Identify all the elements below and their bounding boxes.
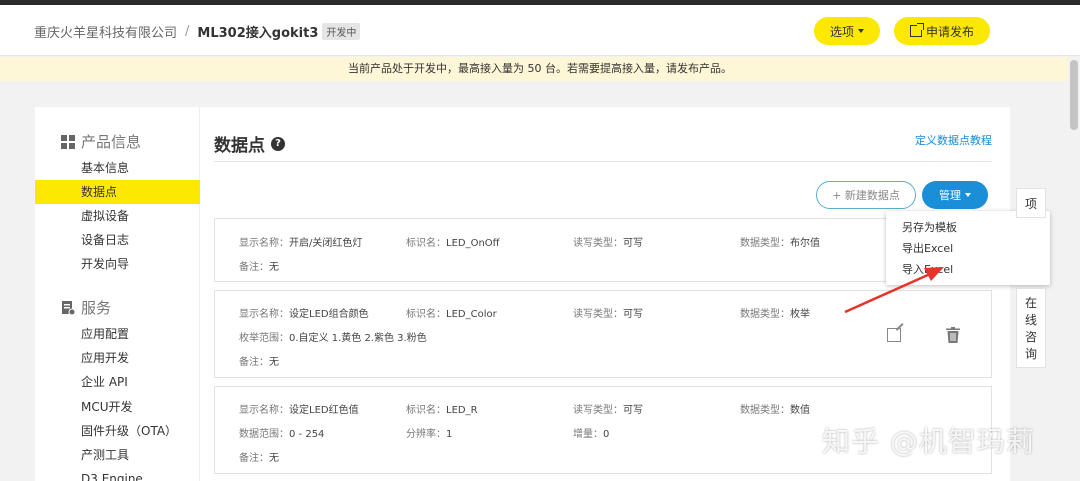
consult-char: 在 (1024, 296, 1037, 310)
float-tab-top[interactable]: 项 (1016, 188, 1046, 218)
scrollbar-thumb[interactable] (1070, 60, 1078, 130)
consult-char: 询 (1024, 347, 1037, 361)
consult-char: 线 (1024, 313, 1037, 327)
online-consult-tab[interactable]: 在 线 咨 询 (1016, 288, 1046, 368)
consult-char: 咨 (1024, 330, 1037, 344)
watermark-text: 知乎 @机智玛莉 (822, 425, 1035, 458)
annotation-arrow (844, 267, 944, 314)
